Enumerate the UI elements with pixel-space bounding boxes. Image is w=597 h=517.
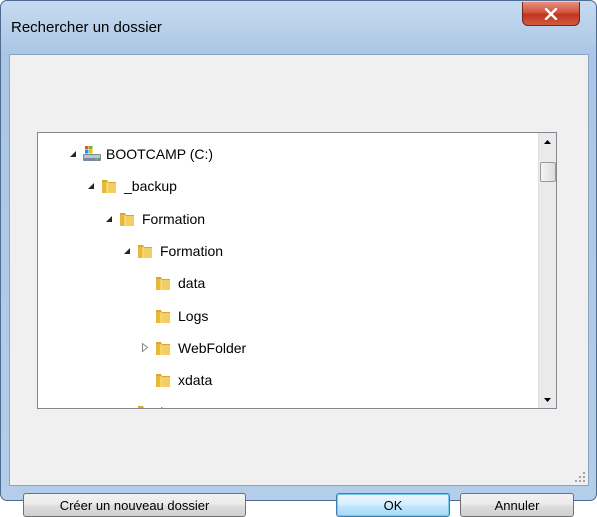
- dialog-window: Rechercher un dossier BOOTCAMP (C:) _back…: [0, 0, 597, 517]
- collapse-arrow-icon[interactable]: [104, 214, 114, 224]
- tree-item-label: Logs: [160, 404, 190, 408]
- tree-item[interactable]: WebFolder: [140, 337, 246, 359]
- tree-item-label: Formation: [160, 242, 224, 259]
- tree-item-label: Formation: [142, 210, 206, 227]
- dialog-client-area: BOOTCAMP (C:) _backup Formation Formation da…: [9, 54, 589, 517]
- tree-item[interactable]: _backup: [86, 175, 177, 197]
- cancel-button[interactable]: Annuler: [460, 493, 574, 517]
- tree-item[interactable]: BOOTCAMP (C:): [68, 143, 213, 165]
- tree-item[interactable]: data: [140, 272, 205, 294]
- folder-icon: [136, 403, 154, 408]
- folder-icon: [154, 339, 172, 357]
- tree-item[interactable]: Logs: [140, 305, 208, 327]
- tree-item[interactable]: Formation: [104, 208, 205, 230]
- tree-item-label: _backup: [124, 178, 177, 195]
- ok-button[interactable]: OK: [336, 493, 450, 517]
- close-button[interactable]: [522, 2, 580, 26]
- expand-arrow-icon[interactable]: [140, 343, 150, 353]
- folder-icon: [100, 177, 118, 195]
- scroll-up-button[interactable]: [539, 133, 556, 150]
- window-title: Rechercher un dossier: [11, 19, 162, 36]
- tree-item[interactable]: Logs: [122, 401, 190, 408]
- folder-icon: [154, 274, 172, 292]
- close-icon: [544, 7, 558, 20]
- collapse-arrow-icon[interactable]: [86, 181, 96, 191]
- tree-item-label: WebFolder: [178, 339, 247, 356]
- new-folder-button[interactable]: Créer un nouveau dossier: [23, 493, 246, 517]
- tree-item[interactable]: Formation: [122, 240, 223, 262]
- folder-icon: [154, 371, 172, 389]
- collapse-arrow-icon[interactable]: [122, 246, 132, 256]
- folder-tree[interactable]: BOOTCAMP (C:) _backup Formation Formation da…: [37, 132, 557, 409]
- tree-item-label: Logs: [178, 307, 209, 324]
- scrollbar-thumb[interactable]: [540, 162, 556, 182]
- tree-item-label: data: [178, 275, 206, 292]
- resize-grip-icon[interactable]: [574, 471, 586, 483]
- tree-item-label: BOOTCAMP (C:): [106, 146, 214, 162]
- drive-icon: [82, 145, 101, 163]
- arrow-down-icon: [544, 397, 551, 402]
- folder-icon: [154, 307, 172, 325]
- scroll-down-button[interactable]: [539, 391, 556, 408]
- folder-icon: [136, 242, 154, 260]
- vertical-scrollbar[interactable]: [538, 133, 556, 408]
- collapse-arrow-icon[interactable]: [68, 149, 78, 159]
- tree-item-label: xdata: [178, 372, 213, 389]
- arrow-up-icon: [544, 139, 551, 144]
- tree-item[interactable]: xdata: [140, 369, 212, 391]
- folder-icon: [118, 210, 136, 228]
